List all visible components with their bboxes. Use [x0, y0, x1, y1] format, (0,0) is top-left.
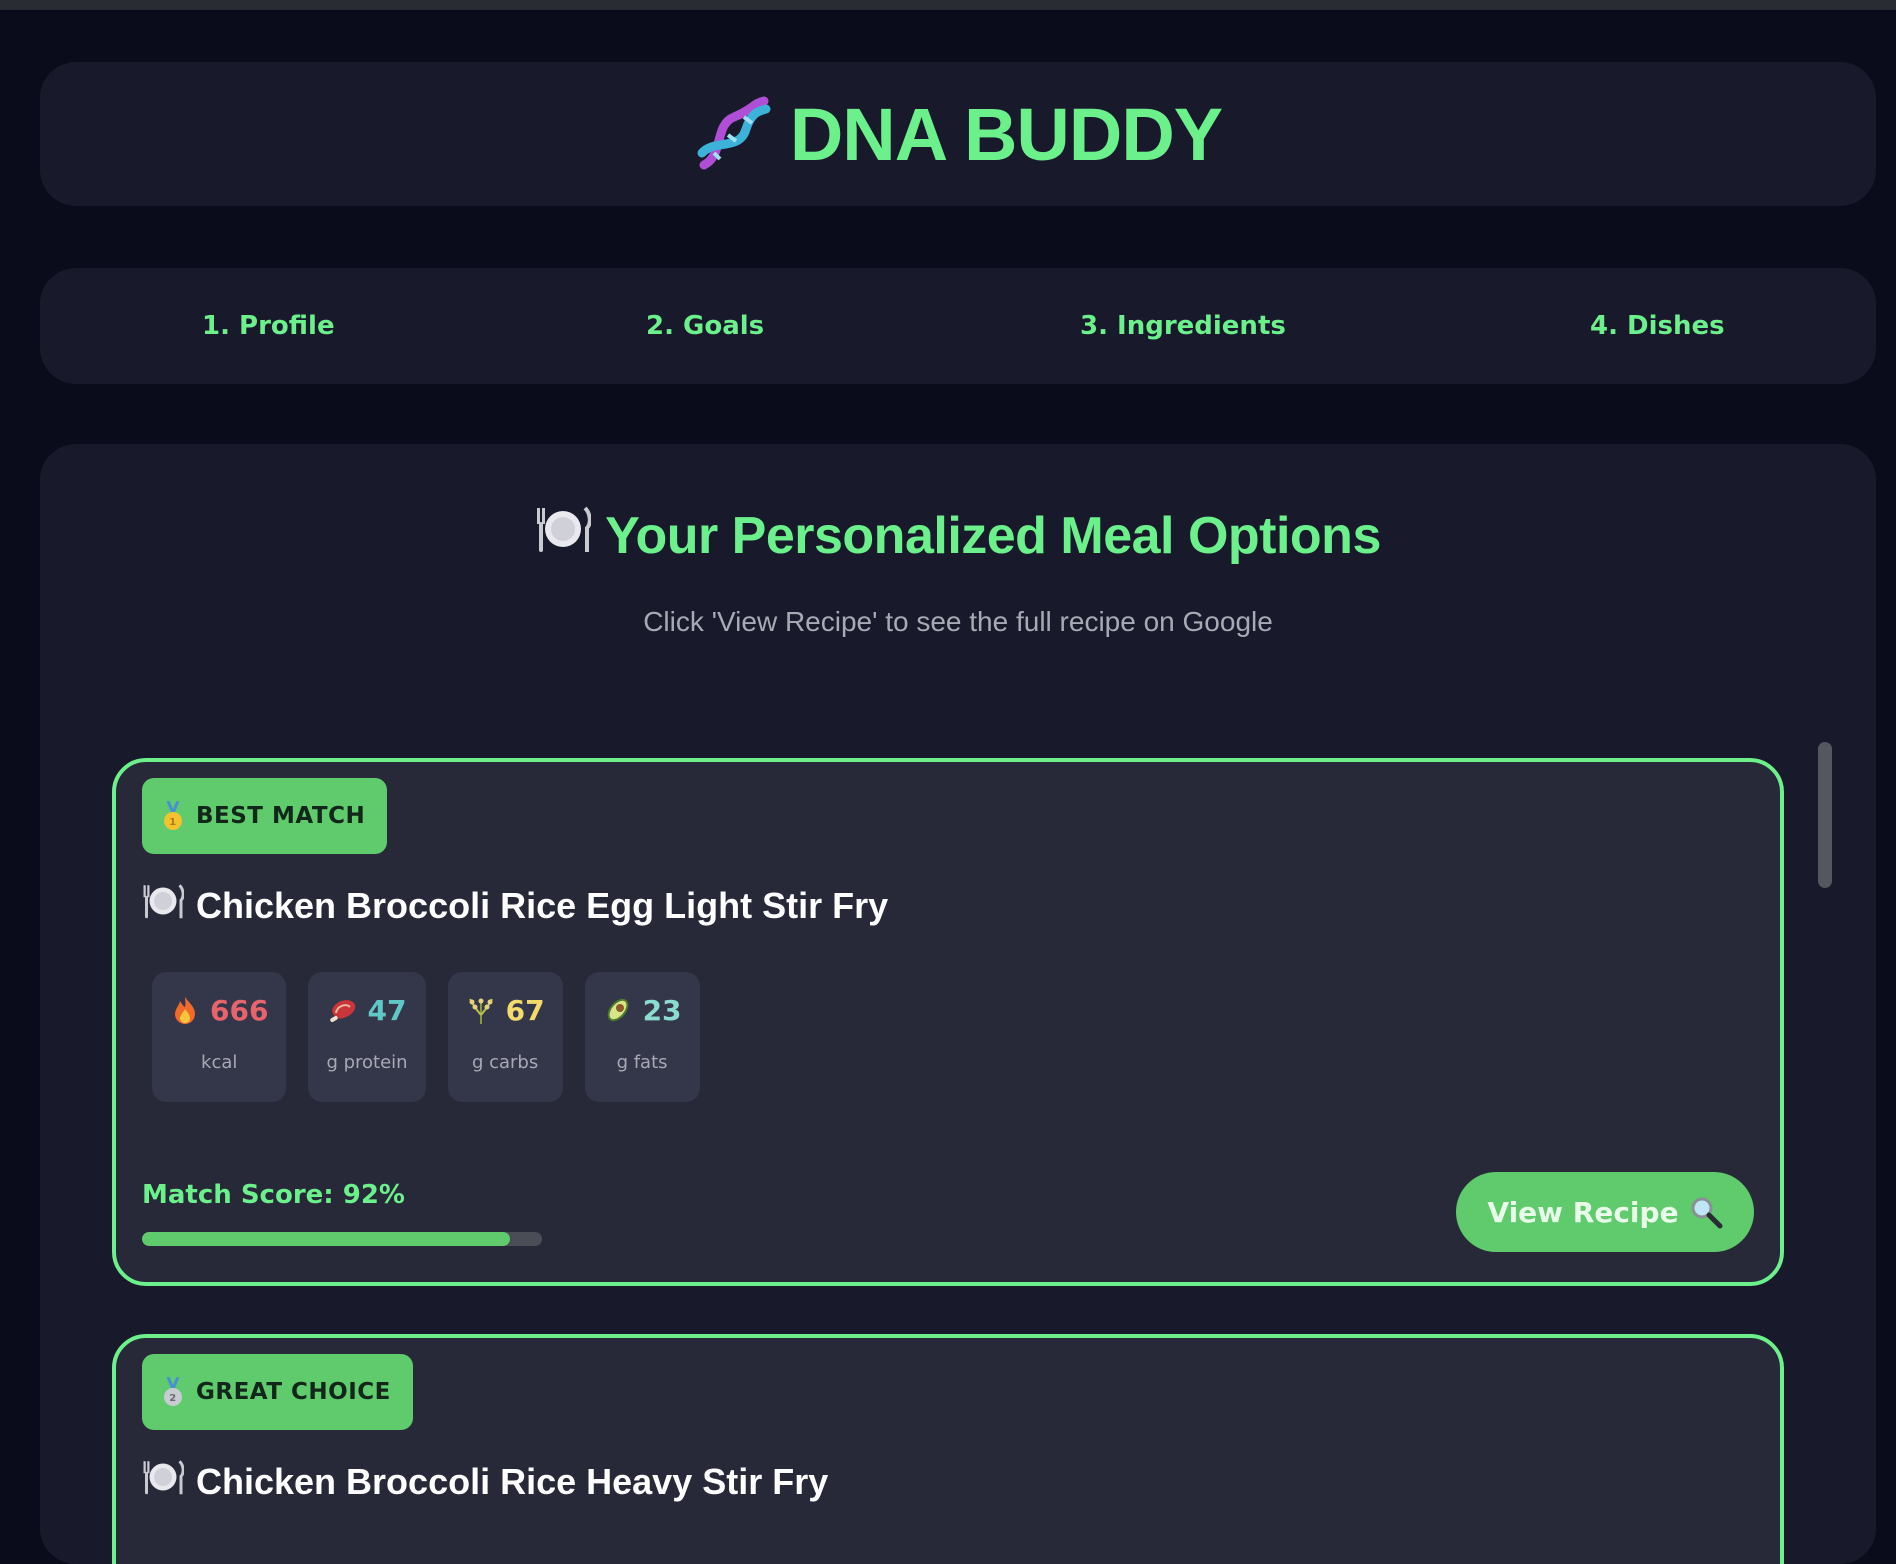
page-title: Your Personalized Meal Options — [40, 504, 1876, 567]
view-recipe-button[interactable]: View Recipe — [1456, 1172, 1754, 1252]
svg-text:2: 2 — [169, 1393, 176, 1404]
nutrient-fats: 23 g fats — [584, 972, 700, 1102]
plate-icon — [142, 1458, 185, 1505]
status-badge: 2 GREAT CHOICE — [142, 1354, 413, 1430]
dish-name: Chicken Broccoli Rice Egg Light Stir Fry — [196, 884, 889, 926]
plate-icon — [535, 504, 592, 567]
carbs-value: 67 — [505, 993, 545, 1027]
plate-icon — [142, 882, 185, 929]
badge-label: GREAT CHOICE — [196, 1379, 391, 1405]
dish-title: Chicken Broccoli Rice Heavy Stir Fry — [142, 1458, 828, 1505]
status-badge: 1 BEST MATCH — [142, 778, 388, 854]
nutrient-carbs: 67 g carbs — [447, 972, 563, 1102]
app-title: DNA BUDDY — [789, 92, 1223, 176]
meal-card: 1 BEST MATCH Chicken Broccoli Rice Egg L… — [112, 758, 1784, 1286]
page-title-text: Your Personalized Meal Options — [605, 506, 1381, 565]
nutrient-calories: 666 kcal — [152, 972, 287, 1102]
fats-unit: g fats — [616, 1052, 668, 1073]
meat-icon — [328, 995, 358, 1025]
svg-text:1: 1 — [169, 817, 176, 828]
match-score-fill — [142, 1232, 510, 1246]
silver-medal-icon: 2 — [162, 1376, 184, 1407]
rice-icon — [466, 995, 496, 1025]
step-nav: 1. Profile 2. Goals 3. Ingredients 4. Di… — [40, 268, 1876, 384]
page-subtitle: Click 'View Recipe' to see the full reci… — [643, 606, 1273, 637]
match-score-bar — [142, 1232, 542, 1246]
search-icon — [1689, 1195, 1723, 1229]
protein-unit: g protein — [326, 1052, 408, 1073]
protein-value: 47 — [367, 993, 407, 1027]
view-recipe-label: View Recipe — [1487, 1195, 1679, 1229]
app-header: DNA BUDDY — [40, 62, 1876, 206]
step-ingredients[interactable]: 3. Ingredients — [1080, 268, 1286, 384]
match-score-label: Match Score: 92% — [142, 1180, 405, 1210]
calories-unit: kcal — [201, 1052, 238, 1073]
nutrient-protein: 47 g protein — [308, 972, 426, 1102]
meal-card: 2 GREAT CHOICE Chicken Broccoli Rice Hea… — [112, 1334, 1784, 1564]
scrollbar[interactable] — [1818, 742, 1832, 888]
avocado-icon — [603, 995, 633, 1025]
step-dishes[interactable]: 4. Dishes — [1590, 268, 1725, 384]
badge-label: BEST MATCH — [196, 803, 366, 829]
fats-value: 23 — [642, 993, 682, 1027]
step-goals[interactable]: 2. Goals — [646, 268, 764, 384]
carbs-unit: g carbs — [471, 1052, 539, 1073]
brand: DNA BUDDY — [694, 92, 1223, 177]
dna-icon — [694, 95, 772, 173]
gold-medal-icon: 1 — [162, 800, 184, 831]
fire-icon — [170, 995, 200, 1025]
step-profile[interactable]: 1. Profile — [202, 268, 335, 384]
dish-title: Chicken Broccoli Rice Egg Light Stir Fry — [142, 882, 888, 929]
meal-options-panel: Your Personalized Meal Options Click 'Vi… — [40, 444, 1876, 1564]
nutrient-list: 666 kcal 47 g protein 67 g carbs 23 g fa… — [152, 972, 700, 1102]
window-top-bar — [0, 0, 1896, 10]
calories-value: 666 — [210, 993, 269, 1027]
dish-name: Chicken Broccoli Rice Heavy Stir Fry — [196, 1460, 829, 1502]
